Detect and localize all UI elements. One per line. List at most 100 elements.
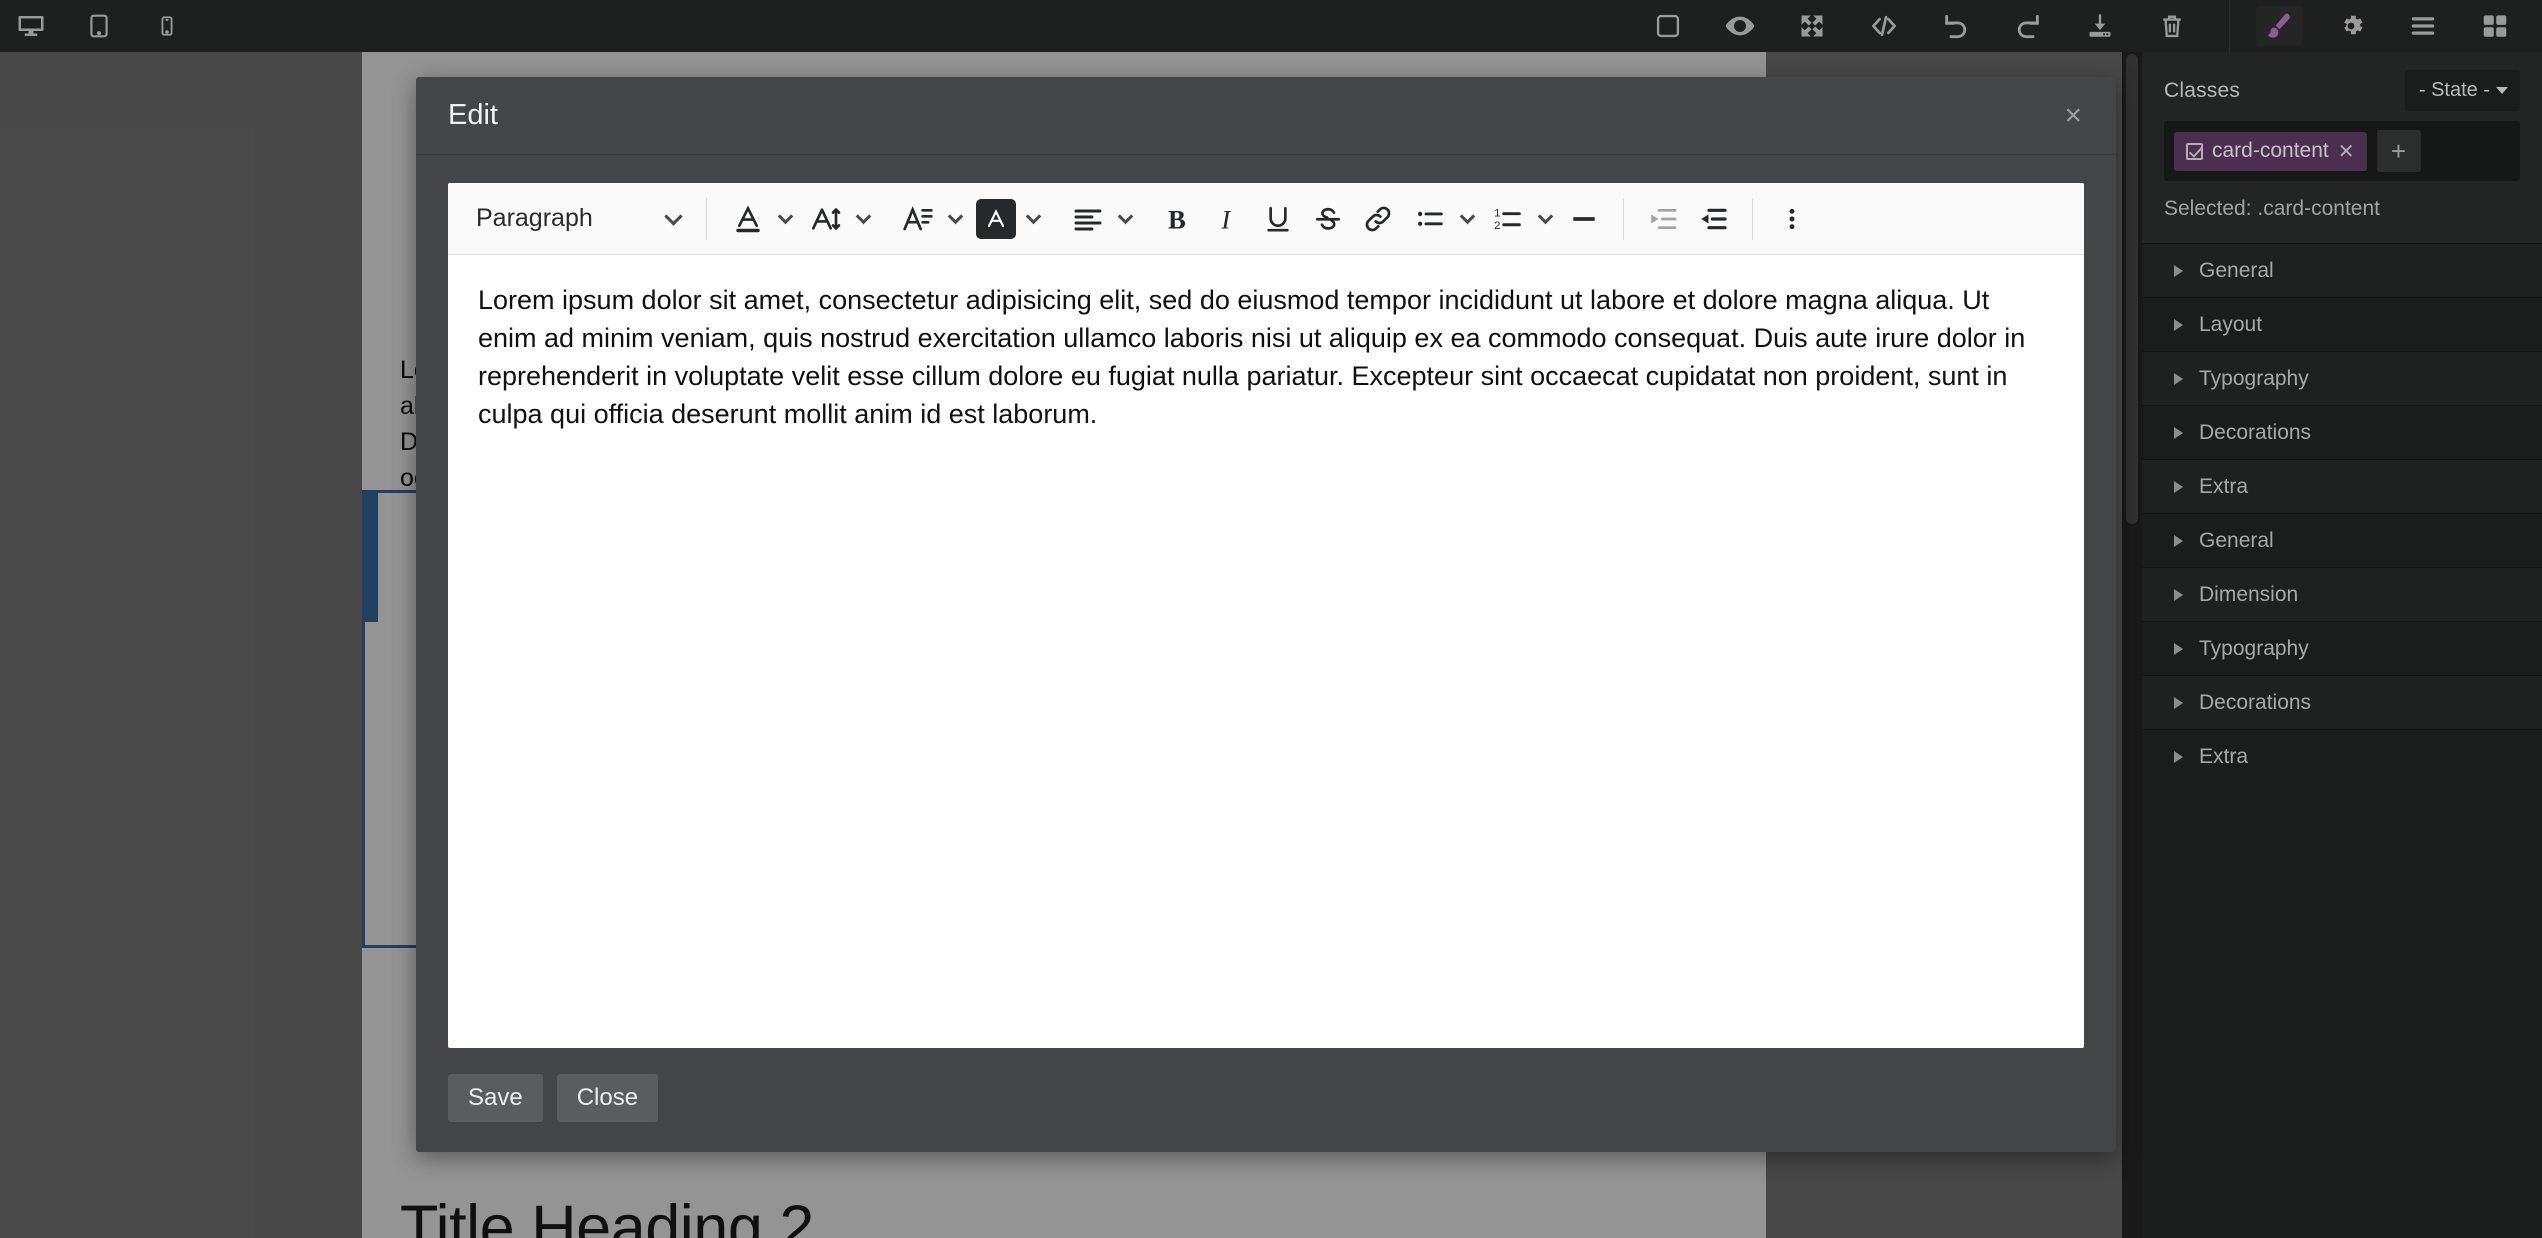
more-options-button[interactable]	[1767, 194, 1817, 244]
close-button[interactable]: Close	[556, 1074, 659, 1122]
panel-switcher	[2229, 0, 2542, 52]
sector-decorations-1[interactable]: Decorations	[2142, 405, 2542, 459]
add-class-button[interactable]: +	[2376, 130, 2421, 172]
class-tag-label: card-content	[2212, 139, 2329, 162]
redo-button[interactable]	[2005, 6, 2051, 46]
bold-button[interactable]: B	[1153, 194, 1203, 244]
open-blocks-button[interactable]	[2472, 6, 2518, 46]
font-size-button[interactable]	[799, 194, 849, 244]
horizontal-rule-button[interactable]	[1559, 194, 1609, 244]
italic-button[interactable]: I	[1203, 194, 1253, 244]
mobile-icon	[161, 16, 173, 36]
sector-general-1[interactable]: General	[2142, 243, 2542, 297]
open-layers-button[interactable]	[2400, 6, 2446, 46]
rte-content-area[interactable]: Lorem ipsum dolor sit amet, consectetur …	[448, 255, 2084, 1048]
open-style-manager-button[interactable]	[2256, 6, 2302, 46]
numbered-list-icon: 1 2	[1494, 207, 1521, 231]
chevron-down-icon	[855, 208, 871, 224]
sector-general-2[interactable]: General	[2142, 513, 2542, 567]
numbered-list-dropdown[interactable]	[1531, 194, 1559, 244]
undo-button[interactable]	[1933, 6, 1979, 46]
indent-icon	[1701, 208, 1727, 229]
fullscreen-button[interactable]	[1789, 6, 1835, 46]
toggle-borders-button[interactable]	[1645, 6, 1691, 46]
import-button[interactable]	[2077, 6, 2123, 46]
chevron-right-icon	[2174, 696, 2183, 709]
device-switcher	[0, 6, 190, 46]
device-tablet-button[interactable]	[76, 6, 122, 46]
chevron-right-icon	[2174, 318, 2183, 331]
align-button[interactable]	[1061, 194, 1111, 244]
numbered-list-button[interactable]: 1 2	[1481, 194, 1531, 244]
sector-decorations-2[interactable]: Decorations	[2142, 675, 2542, 729]
trash-icon	[2163, 15, 2181, 38]
block-format-select[interactable]: Paragraph	[464, 195, 692, 243]
font-size-icon	[812, 207, 841, 230]
modal-footer: Save Close	[416, 1048, 2116, 1152]
sector-label: Decorations	[2199, 420, 2312, 444]
chevron-down-icon	[1025, 208, 1041, 224]
underline-icon	[1267, 206, 1289, 232]
toolbar-divider	[1752, 197, 1753, 240]
font-color-button[interactable]	[721, 194, 771, 244]
import-download-icon	[2089, 14, 2111, 37]
chevron-down-icon	[1537, 208, 1553, 224]
preview-button[interactable]	[1717, 6, 1763, 46]
chevron-right-icon	[2174, 480, 2183, 493]
grapesjs-editor: Lorem ipsum dolor sit amet, consectetur …	[0, 0, 2542, 1238]
state-dropdown[interactable]: - State -	[2404, 70, 2520, 111]
bulleted-list-button[interactable]	[1403, 194, 1453, 244]
eye-icon	[1725, 16, 1755, 36]
sector-label: Extra	[2199, 744, 2249, 768]
sector-dimension[interactable]: Dimension	[2142, 567, 2542, 621]
block-format-value: Paragraph	[476, 204, 593, 232]
desktop-icon	[18, 16, 44, 36]
align-dropdown[interactable]	[1111, 194, 1139, 244]
sector-label: Extra	[2199, 474, 2249, 498]
svg-text:I: I	[1220, 204, 1231, 234]
highlight-color-button[interactable]	[969, 194, 1019, 244]
chevron-down-icon	[947, 208, 963, 224]
sector-extra-1[interactable]: Extra	[2142, 459, 2542, 513]
clear-canvas-button[interactable]	[2149, 6, 2195, 46]
checkbox-icon[interactable]	[2186, 142, 2203, 160]
font-size-dropdown[interactable]	[849, 194, 877, 244]
strikethrough-button[interactable]	[1303, 194, 1353, 244]
highlight-color-icon	[976, 198, 1016, 239]
sector-typography-2[interactable]: Typography	[2142, 621, 2542, 675]
link-button[interactable]	[1353, 194, 1403, 244]
sector-typography-1[interactable]: Typography	[2142, 351, 2542, 405]
bulleted-list-dropdown[interactable]	[1453, 194, 1481, 244]
sector-label: General	[2199, 258, 2274, 282]
underline-button[interactable]	[1253, 194, 1303, 244]
sector-label: Typography	[2199, 636, 2309, 660]
chevron-down-icon	[2496, 87, 2508, 94]
outdent-button[interactable]	[1638, 194, 1688, 244]
code-icon	[1872, 15, 1896, 37]
outdent-icon	[1651, 208, 1677, 229]
modal-close-icon[interactable]: ×	[2064, 100, 2082, 131]
sector-layout[interactable]: Layout	[2142, 297, 2542, 351]
highlight-color-dropdown[interactable]	[1019, 194, 1047, 244]
indent-button[interactable]	[1688, 194, 1738, 244]
sector-extra-2[interactable]: Extra	[2142, 729, 2542, 783]
top-toolbar	[0, 0, 2542, 52]
italic-icon: I	[1220, 204, 1231, 234]
class-tags-container: card-content ✕ +	[2164, 121, 2520, 181]
line-height-dropdown[interactable]	[941, 194, 969, 244]
chevron-right-icon	[2174, 372, 2183, 385]
font-color-dropdown[interactable]	[771, 194, 799, 244]
selector-manager: Classes - State - card-content ✕ + Selec…	[2142, 52, 2542, 243]
selected-value: .card-content	[2257, 197, 2380, 220]
rte-toolbar: Paragraph B I 1 2	[448, 183, 2084, 255]
close-icon[interactable]: ✕	[2338, 139, 2355, 164]
device-mobile-button[interactable]	[144, 6, 190, 46]
style-manager-panel: Classes - State - card-content ✕ + Selec…	[2142, 52, 2542, 1238]
class-tag-card-content[interactable]: card-content ✕	[2174, 131, 2367, 171]
open-settings-button[interactable]	[2328, 6, 2374, 46]
view-code-button[interactable]	[1861, 6, 1907, 46]
line-height-button[interactable]	[891, 194, 941, 244]
svg-text:1: 1	[1494, 207, 1500, 219]
save-button[interactable]: Save	[448, 1074, 543, 1122]
device-desktop-button[interactable]	[8, 6, 54, 46]
